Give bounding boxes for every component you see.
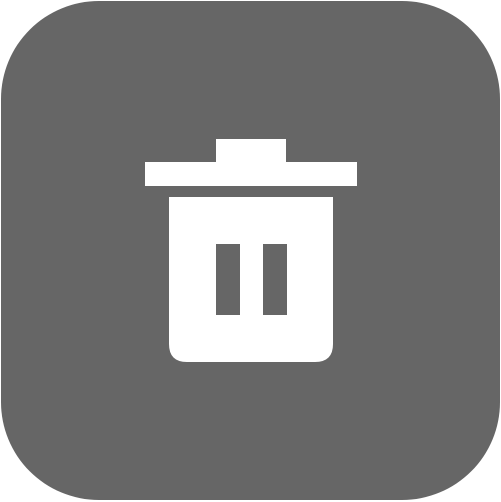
trash-slot-left — [216, 244, 240, 315]
trash-lid — [145, 162, 357, 186]
trash-lid-handle — [216, 139, 286, 163]
trash-slot-right — [263, 244, 287, 315]
delete-button[interactable] — [1, 1, 500, 500]
trash-bin-body — [169, 197, 333, 362]
trash-icon — [145, 139, 357, 362]
